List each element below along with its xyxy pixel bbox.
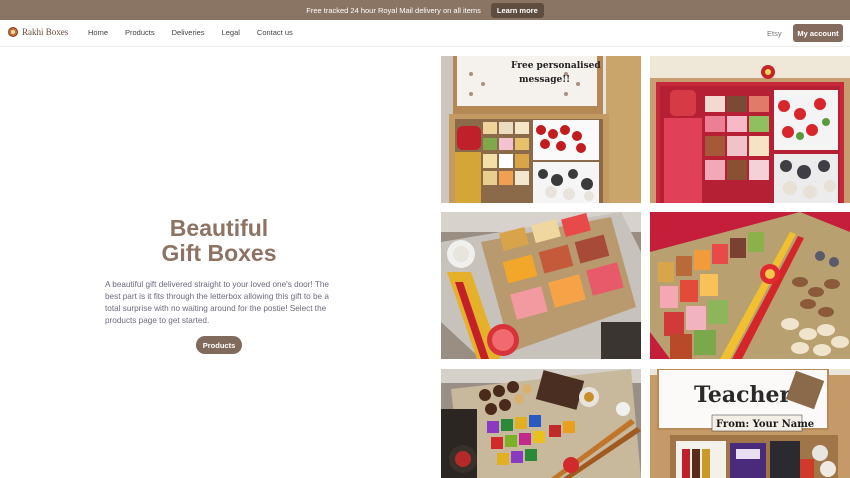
- products-button[interactable]: Products: [196, 336, 242, 354]
- nav-item-deliveries[interactable]: Deliveries: [172, 28, 205, 37]
- gift-box-photo-4[interactable]: [650, 212, 850, 359]
- rakhi-logo-icon: [8, 27, 18, 37]
- nav-item-legal[interactable]: Legal: [222, 28, 240, 37]
- main-nav: Rakhi Boxes Home Products Deliveries Leg…: [0, 20, 850, 47]
- free-message-text-1: Free personalised: [511, 61, 601, 71]
- etsy-link[interactable]: Etsy: [767, 29, 782, 38]
- hero-description: A beautiful gift delivered straight to y…: [105, 280, 329, 325]
- hero-title-line2: Gift Boxes: [161, 240, 277, 266]
- my-account-button[interactable]: My account: [793, 24, 843, 42]
- teacher-card-title: Teacher: [694, 382, 791, 408]
- gift-box-photo-1[interactable]: Free personalised message!!: [441, 56, 641, 203]
- hero-title: Beautiful Gift Boxes: [110, 216, 328, 266]
- nav-item-products[interactable]: Products: [125, 28, 155, 37]
- gift-box-photo-2[interactable]: [650, 56, 850, 203]
- teacher-card-from: From: Your Name: [716, 419, 814, 430]
- gift-box-photo-6[interactable]: Teacher From: Your Name: [650, 369, 850, 478]
- nav-item-home[interactable]: Home: [88, 28, 108, 37]
- nav-menu: Home Products Deliveries Legal Contact u…: [88, 28, 310, 37]
- promo-message: Free tracked 24 hour Royal Mail delivery…: [306, 5, 481, 15]
- learn-more-button[interactable]: Learn more: [490, 2, 544, 18]
- free-message-text-2: message!!: [519, 75, 570, 85]
- nav-item-contact[interactable]: Contact us: [257, 28, 293, 37]
- logo-text: Rakhi Boxes: [22, 27, 69, 37]
- gift-box-photo-3[interactable]: [441, 212, 641, 359]
- gift-box-photo-5[interactable]: [441, 369, 641, 478]
- site-logo[interactable]: Rakhi Boxes: [8, 27, 68, 37]
- hero-title-line1: Beautiful: [169, 215, 269, 241]
- promo-banner: Free tracked 24 hour Royal Mail delivery…: [0, 0, 850, 20]
